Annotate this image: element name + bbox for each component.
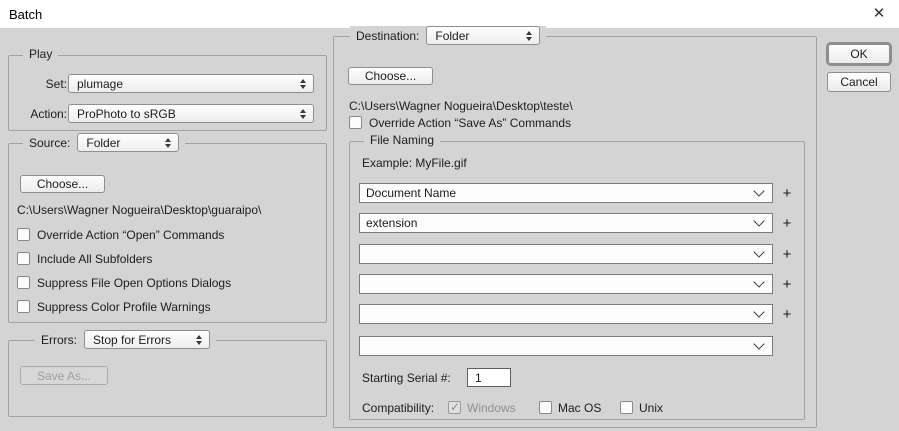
source-select[interactable]: Folder (77, 133, 180, 152)
action-select[interactable]: ProPhoto to sRGB (68, 104, 314, 123)
errors-legend: Errors: Stop for Errors (35, 330, 216, 349)
destination-choose-button[interactable]: Choose... (348, 67, 433, 85)
include-subfolders-checkbox[interactable] (17, 252, 30, 265)
naming-field-4[interactable] (359, 274, 773, 294)
action-value: ProPhoto to sRGB (77, 106, 176, 121)
destination-value: Folder (435, 28, 470, 43)
play-group: Play Set: plumage Action: ProPhoto to sR… (8, 47, 327, 131)
source-label: Source: (29, 135, 71, 150)
serial-input[interactable]: 1 (467, 368, 511, 387)
ok-label: OK (850, 47, 868, 61)
destination-path: C:\Users\Wagner Nogueira\Desktop\teste\ (349, 99, 573, 113)
close-icon[interactable]: ✕ (868, 4, 890, 24)
naming-field-1[interactable]: Document Name (359, 183, 773, 203)
source-value: Folder (86, 135, 121, 150)
compat-windows-label: Windows (467, 401, 516, 415)
save-as-label: Save As... (36, 368, 92, 383)
override-open-label: Override Action “Open” Commands (37, 228, 225, 242)
compat-unix-label: Unix (639, 401, 664, 415)
set-label: Set: (45, 77, 67, 91)
suppress-open-options-label: Suppress File Open Options Dialogs (37, 276, 232, 290)
naming-field-3[interactable] (359, 244, 773, 264)
file-naming-example: Example: MyFile.gif (362, 156, 467, 170)
naming-field-2-value: extension (366, 216, 418, 230)
suppress-open-options-checkbox[interactable] (17, 276, 30, 289)
compatibility-label: Compatibility: (362, 401, 435, 415)
source-path: C:\Users\Wagner Nogueira\Desktop\guaraip… (17, 203, 262, 217)
file-naming-group: File Naming Example: MyFile.gif Document… (349, 133, 805, 420)
serial-value: 1 (475, 371, 482, 385)
chevron-down-icon (753, 215, 765, 227)
ok-button[interactable]: OK (828, 44, 890, 64)
updown-arrows-icon (300, 78, 306, 89)
action-label: Action: (30, 107, 67, 121)
source-choose-button[interactable]: Choose... (20, 175, 105, 193)
cancel-button[interactable]: Cancel (827, 72, 891, 92)
updown-arrows-icon (196, 334, 202, 345)
dialog-title: Batch (9, 7, 43, 22)
file-naming-label: File Naming (364, 133, 441, 147)
source-group: Source: Folder Choose... C:\Users\Wagner… (8, 133, 327, 323)
naming-field-5[interactable] (359, 304, 773, 324)
serial-label: Starting Serial #: (362, 371, 451, 385)
naming-field-2[interactable]: extension (359, 213, 773, 233)
save-as-button[interactable]: Save As... (20, 366, 108, 385)
override-open-checkbox[interactable] (17, 228, 30, 241)
destination-legend: Destination: Folder (350, 26, 547, 45)
chevron-down-icon (753, 276, 765, 288)
include-subfolders-label: Include All Subfolders (37, 252, 153, 266)
compat-windows-checkbox[interactable] (448, 400, 461, 414)
updown-arrows-icon (300, 108, 306, 119)
suppress-color-profile-label: Suppress Color Profile Warnings (37, 300, 211, 314)
updown-arrows-icon (165, 137, 172, 148)
errors-value: Stop for Errors (93, 332, 172, 347)
dialog-body: Play Set: plumage Action: ProPhoto to sR… (0, 26, 899, 431)
compat-unix-checkbox[interactable] (620, 401, 633, 414)
destination-select[interactable]: Folder (426, 26, 541, 45)
plus-icon: + (782, 215, 792, 232)
override-saveas-checkbox[interactable] (349, 116, 362, 129)
errors-label: Errors: (41, 332, 77, 347)
plus-icon: + (782, 246, 792, 263)
compat-macos-label: Mac OS (558, 401, 602, 415)
plus-icon: + (782, 276, 792, 293)
plus-icon: + (782, 306, 792, 323)
chevron-down-icon (753, 246, 765, 258)
destination-choose-label: Choose... (364, 69, 417, 83)
source-choose-label: Choose... (36, 177, 89, 191)
source-legend: Source: Folder (23, 133, 186, 152)
compat-macos-checkbox[interactable] (539, 401, 552, 414)
updown-arrows-icon (526, 30, 533, 41)
set-select[interactable]: plumage (68, 74, 314, 93)
suppress-color-profile-checkbox[interactable] (17, 300, 30, 313)
destination-group: Destination: Folder Choose... C:\Users\W… (333, 26, 817, 428)
batch-dialog: Batch ✕ Play Set: plumage Action: ProPho… (0, 0, 899, 431)
override-saveas-label: Override Action “Save As” Commands (369, 116, 572, 130)
set-value: plumage (77, 76, 124, 91)
naming-field-1-value: Document Name (366, 186, 457, 200)
errors-select[interactable]: Stop for Errors (84, 330, 210, 349)
titlebar: Batch ✕ (0, 0, 899, 28)
naming-field-6[interactable] (359, 336, 773, 356)
destination-label: Destination: (356, 28, 420, 43)
chevron-down-icon (753, 306, 765, 318)
cancel-label: Cancel (840, 75, 878, 89)
errors-group: Errors: Stop for Errors Save As... (8, 330, 327, 417)
chevron-down-icon (753, 338, 765, 350)
play-group-label: Play (23, 47, 59, 61)
plus-icon: + (782, 185, 792, 202)
chevron-down-icon (753, 185, 765, 197)
